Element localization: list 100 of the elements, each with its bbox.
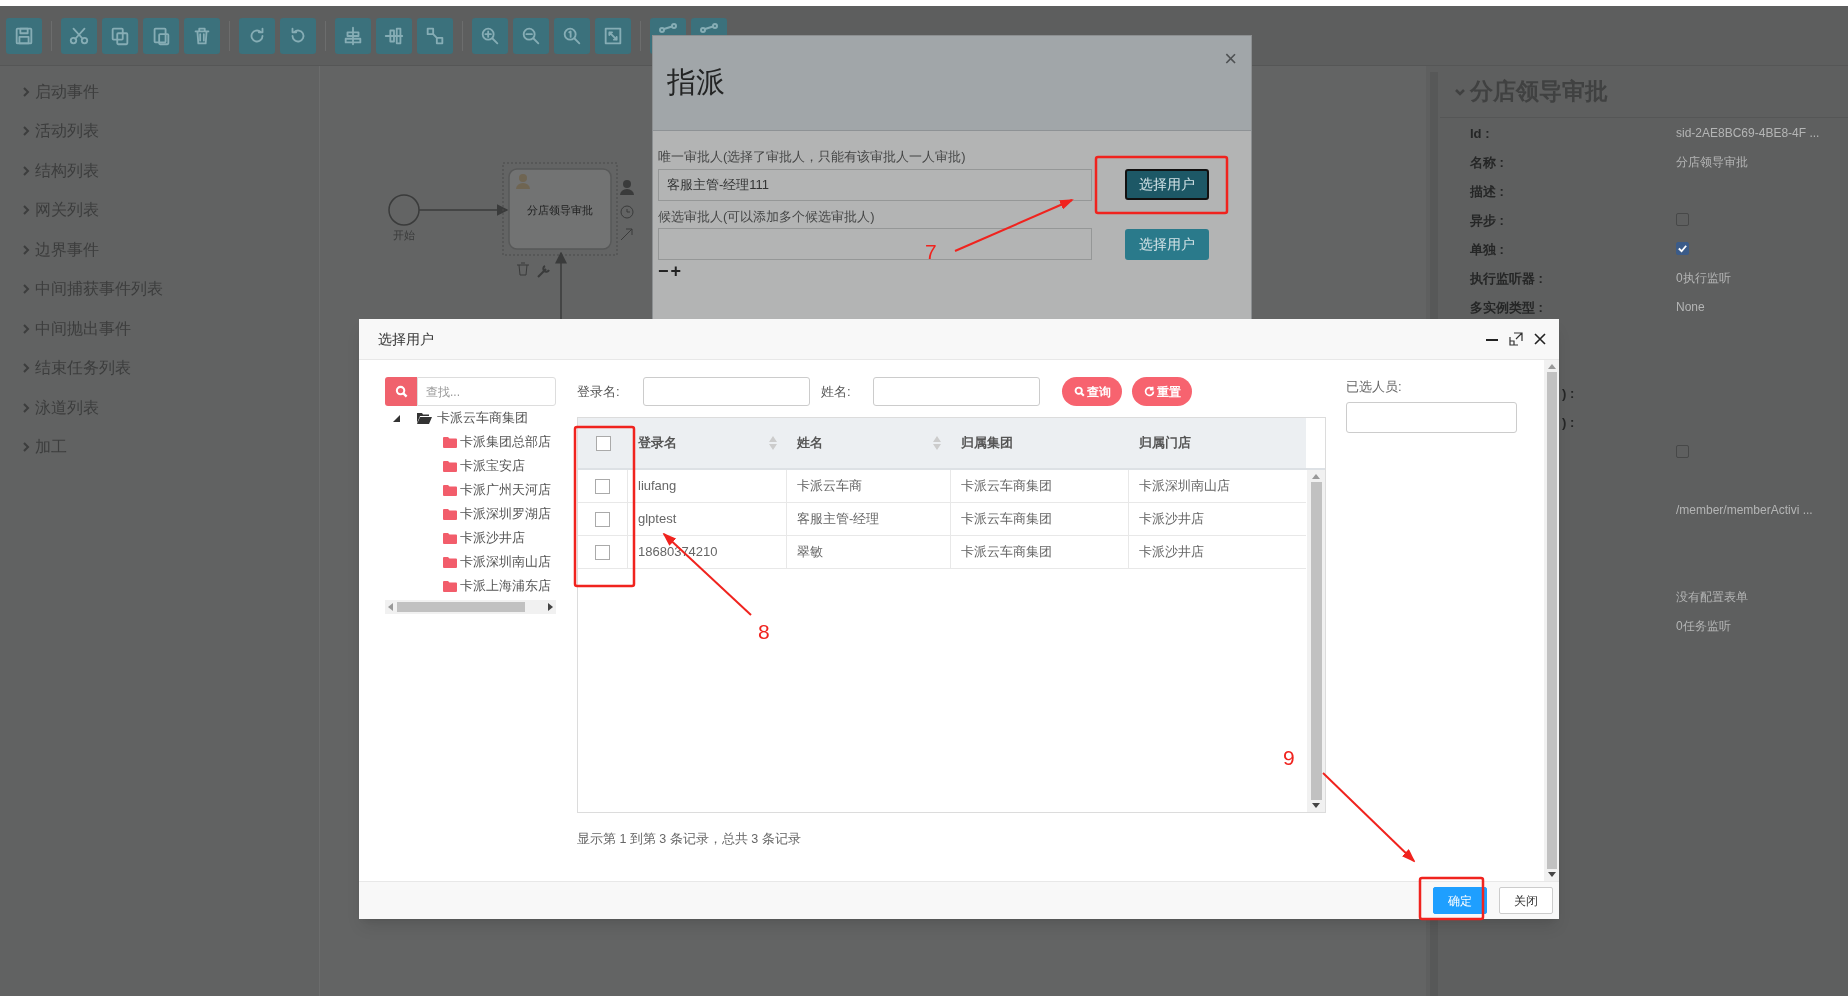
- search-field[interactable]: 查找...: [417, 377, 556, 406]
- property-label: 执行监听器 :: [1470, 270, 1543, 286]
- toolbar-button[interactable]: [239, 17, 275, 54]
- table-cell-text: 卡派云车商集团: [961, 543, 1052, 562]
- scroll-right-icon[interactable]: [548, 603, 553, 611]
- toolbar-button[interactable]: [595, 17, 631, 54]
- property-value: 分店领导审批: [1676, 153, 1748, 171]
- checkbox[interactable]: [595, 478, 610, 494]
- align-icon: [342, 24, 364, 47]
- chevron-right-icon: [23, 244, 30, 255]
- toolbar-button[interactable]: [102, 17, 138, 54]
- select-user-button[interactable]: 选择用户: [1125, 228, 1209, 260]
- checkbox[interactable]: [1676, 242, 1689, 255]
- close-button[interactable]: ×: [1224, 42, 1237, 75]
- scroll-down-icon[interactable]: [1547, 872, 1556, 877]
- property-label: ) :: [1561, 413, 1575, 432]
- input-field[interactable]: 客服主管-经理111: [658, 168, 1092, 201]
- toolbar-button[interactable]: [184, 17, 220, 54]
- selected-users-field[interactable]: [1346, 401, 1517, 433]
- checkbox[interactable]: [595, 544, 610, 560]
- scroll-left-icon[interactable]: [388, 603, 393, 611]
- annotation-number: 9: [1283, 746, 1295, 770]
- column-header[interactable]: 归属门店: [1129, 418, 1306, 468]
- horizontal-scrollbar[interactable]: [385, 600, 556, 614]
- row-control-button[interactable]: +: [670, 261, 682, 281]
- vertical-scrollbar[interactable]: [1307, 470, 1325, 812]
- vertical-scrollbar[interactable]: [1544, 360, 1559, 881]
- toolbar-button[interactable]: [513, 17, 549, 54]
- table-cell-text: 翠敏: [797, 543, 823, 562]
- folder-icon: [443, 580, 457, 592]
- column-header[interactable]: 姓名: [787, 418, 951, 468]
- field-label: 唯一审批人(选择了审批人，只能有该审批人一人审批): [658, 148, 967, 166]
- tree-item[interactable]: 卡派集团总部店: [460, 432, 551, 452]
- tree-item[interactable]: 卡派深圳南山店: [460, 552, 551, 572]
- column-header[interactable]: 归属集团: [951, 418, 1129, 468]
- chevron-right-icon: [23, 284, 30, 295]
- property-label: 描述 :: [1470, 183, 1504, 199]
- table-cell-text: glptest: [638, 510, 677, 529]
- search-icon: [394, 385, 408, 398]
- table-cell-text: 卡派深圳南山店: [1139, 477, 1230, 496]
- toolbar-button[interactable]: [6, 17, 42, 54]
- field-label: 已选人员:: [1346, 378, 1403, 396]
- record-summary: 显示第 1 到第 3 条记录，总共 3 条记录: [577, 831, 802, 848]
- tree-item[interactable]: 卡派宝安店: [460, 456, 525, 476]
- toolbar-button[interactable]: [61, 17, 97, 54]
- task-box[interactable]: [508, 168, 612, 250]
- checkbox[interactable]: [595, 511, 610, 527]
- tree-item[interactable]: 卡派云车商集团: [437, 408, 528, 428]
- folder-icon: [443, 532, 457, 544]
- connector-icon: [658, 22, 678, 33]
- property-label: 单独 :: [1470, 241, 1504, 257]
- close-button[interactable]: 关闭: [1499, 887, 1553, 914]
- tree-item[interactable]: 卡派深圳罗湖店: [460, 504, 551, 524]
- property-label: 名称 :: [1470, 154, 1504, 170]
- property-value: None: [1676, 298, 1705, 316]
- select-user-button[interactable]: 选择用户: [1125, 169, 1209, 200]
- scroll-up-icon[interactable]: [1547, 364, 1556, 369]
- checkbox[interactable]: [595, 435, 611, 451]
- connector-icon: [699, 22, 719, 33]
- close-icon[interactable]: [1533, 332, 1547, 346]
- trash-icon[interactable]: [516, 262, 530, 276]
- chevron-right-icon: [23, 165, 30, 176]
- table-cell-text: 卡派沙井店: [1139, 543, 1204, 562]
- toolbar-button[interactable]: [554, 17, 590, 54]
- timer-icon[interactable]: [620, 205, 634, 219]
- input-field[interactable]: [658, 228, 1092, 260]
- property-value: /member/memberActivi ...: [1676, 501, 1813, 519]
- toolbar-button[interactable]: [143, 17, 179, 54]
- column-header[interactable]: 登录名: [628, 418, 787, 468]
- toolbar-button[interactable]: [376, 17, 412, 54]
- wrench-icon[interactable]: [537, 265, 550, 278]
- input-field[interactable]: [873, 377, 1040, 406]
- scroll-up-icon[interactable]: [1312, 474, 1320, 479]
- tree-item[interactable]: 卡派广州天河店: [460, 480, 551, 500]
- property-label: ) :: [1561, 384, 1575, 403]
- sort-icon[interactable]: [769, 436, 777, 450]
- table-cell-text: 卡派云车商集团: [961, 477, 1052, 496]
- tree-item[interactable]: 卡派上海浦东店: [460, 576, 551, 596]
- toolbar-button[interactable]: [280, 17, 316, 54]
- row-control-button[interactable]: −: [658, 261, 669, 281]
- search-button[interactable]: [385, 377, 417, 406]
- folder-icon: [417, 412, 432, 424]
- toolbar-button[interactable]: [417, 17, 453, 54]
- user-icon: [516, 174, 530, 189]
- sort-icon[interactable]: [933, 436, 941, 450]
- arrow-icon[interactable]: [620, 228, 633, 241]
- chevron-right-icon: [23, 442, 30, 453]
- annotation-number: 7: [925, 240, 937, 264]
- folder-icon: [443, 556, 457, 568]
- toolbar-button[interactable]: [335, 17, 371, 54]
- user-icon[interactable]: [620, 180, 634, 195]
- toolbar-button[interactable]: [472, 17, 508, 54]
- folder-icon: [443, 436, 457, 448]
- triangle-down-icon[interactable]: [393, 414, 400, 422]
- field-label: 候选审批人(可以添加多个候选审批人): [658, 207, 876, 226]
- input-field[interactable]: [643, 377, 810, 406]
- maximize-icon[interactable]: [1509, 332, 1523, 346]
- tree-item[interactable]: 卡派沙井店: [460, 528, 525, 548]
- scroll-down-icon[interactable]: [1312, 803, 1320, 808]
- search-icon: [1073, 386, 1085, 397]
